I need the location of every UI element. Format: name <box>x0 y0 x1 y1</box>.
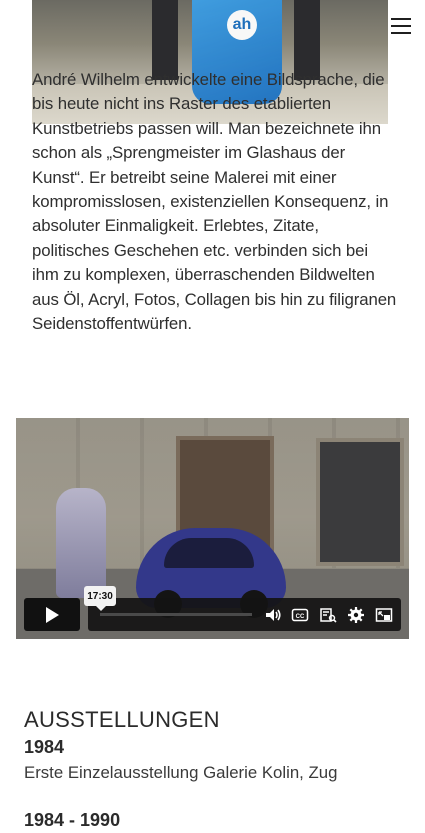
progress-bar[interactable] <box>100 613 252 616</box>
exhibition-year: 1984 <box>24 737 65 757</box>
play-button[interactable] <box>24 598 80 631</box>
video-window <box>316 438 404 566</box>
menu-icon-line <box>391 18 411 20</box>
video-car <box>136 528 286 618</box>
video-controls: CC <box>88 598 401 631</box>
intro-text: André Wilhelm entwickelte eine Bildsprac… <box>32 70 397 334</box>
transcript-icon[interactable] <box>319 606 337 624</box>
exhibition-year: 1984 - 1990 <box>24 810 121 830</box>
video-duration-tooltip: 17:30 <box>84 586 116 611</box>
exhibitions-title: AUSSTELLUNGEN <box>24 707 220 732</box>
volume-icon[interactable] <box>264 606 282 624</box>
settings-icon[interactable] <box>347 606 365 624</box>
car-window <box>164 538 254 568</box>
exhibition-description: Erste Einzelausstellung Galerie Kolin, Z… <box>24 763 338 782</box>
bag-logo: ah <box>227 10 257 40</box>
menu-button[interactable] <box>391 18 411 34</box>
play-icon <box>46 606 59 623</box>
captions-icon[interactable]: CC <box>291 606 309 624</box>
svg-text:CC: CC <box>296 614 305 620</box>
menu-icon-line <box>391 32 411 34</box>
pip-icon[interactable] <box>375 606 393 624</box>
menu-icon-line <box>391 25 411 27</box>
video-dress-figure <box>56 488 106 598</box>
